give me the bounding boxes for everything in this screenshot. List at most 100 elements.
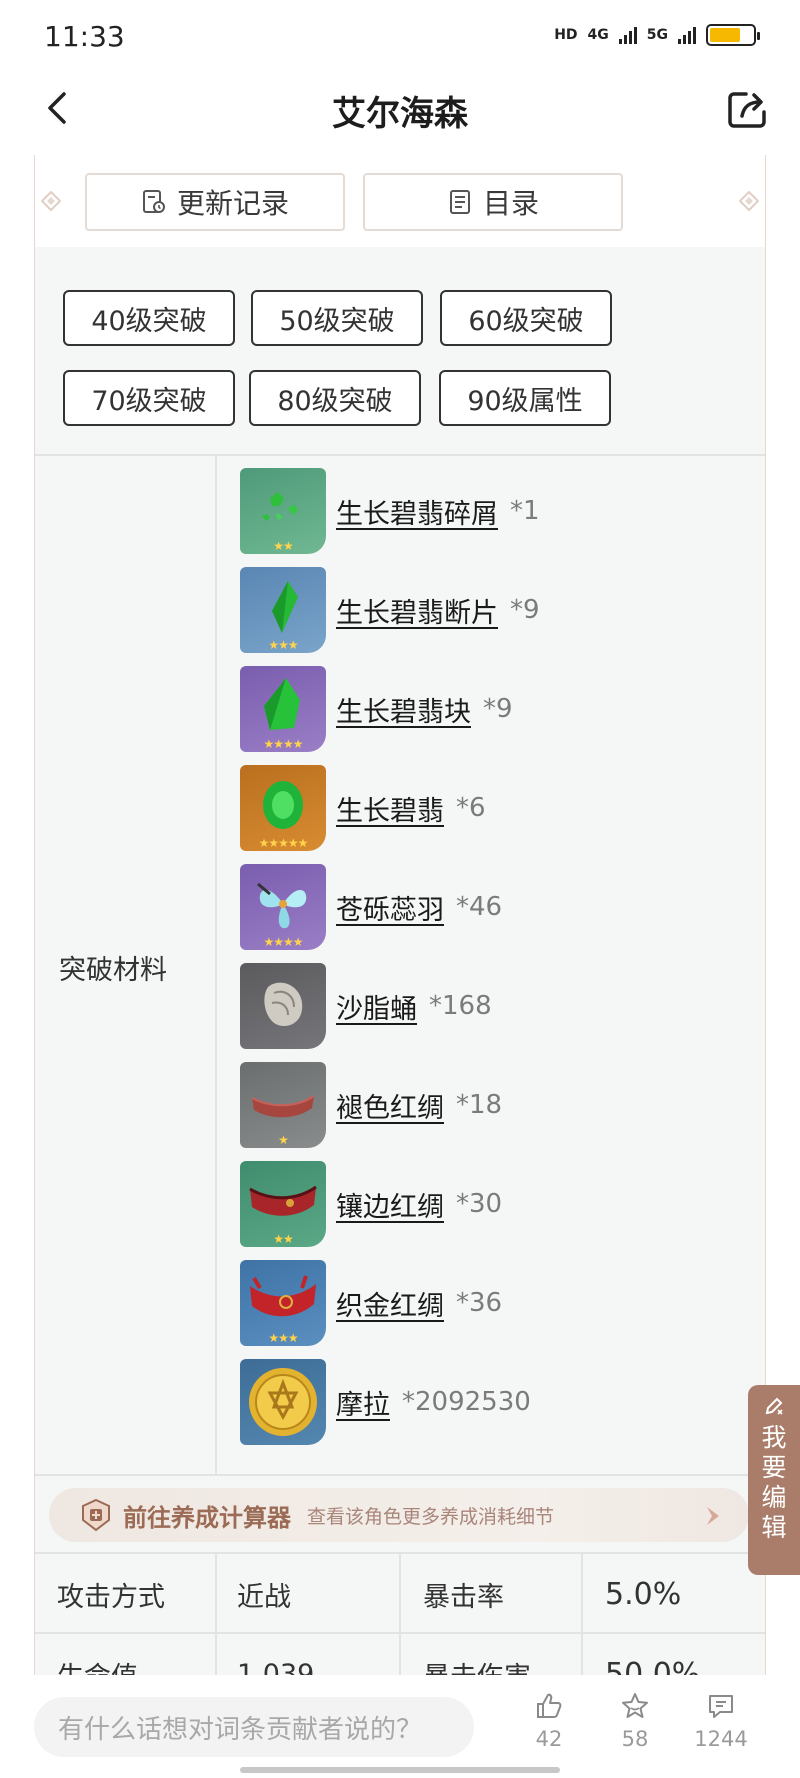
comment-icon: [709, 1695, 733, 1718]
stats-table: 攻击方式 近战 暴击率 5.0% 生命值 1,039 暴击伤害 50.0%: [35, 1552, 765, 1676]
comment-input[interactable]: 有什么话想对词条贡献者说的？: [34, 1697, 474, 1757]
stat-key: 暴击伤害: [401, 1634, 583, 1675]
edit-label: 我要编辑: [761, 1423, 787, 1542]
jade-chunk-icon: ★★★★: [240, 666, 326, 752]
material-name[interactable]: 镶边红绸: [336, 1185, 444, 1224]
diamond-ornament-icon: [41, 191, 61, 211]
material-count: *36: [456, 1288, 503, 1318]
rarity-stars: ★★: [273, 539, 294, 553]
signal-icon-2: [678, 26, 696, 44]
material-row[interactable]: ★★★ 生长碧翡断片 *9: [240, 567, 540, 653]
tab-strip: 更新记录 目录: [34, 155, 766, 247]
stat-value: 5.0%: [605, 1576, 682, 1612]
hd-indicator: HD: [554, 27, 578, 43]
bottom-bar: 有什么话想对词条贡献者说的？ 42 58 1244: [0, 1675, 800, 1778]
stat-value: 近战: [217, 1554, 401, 1634]
status-time: 11:33: [44, 20, 125, 53]
comment-count: 1244: [694, 1727, 748, 1751]
level-50-button[interactable]: 50级突破: [251, 290, 423, 346]
materials-table: 突破材料 ★★ 生长碧翡碎屑 *1 ★★★ 生长碧翡断片 *9 ★★★★ 生长碧…: [35, 454, 765, 1474]
update-log-label: 更新记录: [176, 187, 289, 220]
update-log-button[interactable]: 更新记录: [85, 173, 345, 231]
calculator-row: 前往养成计算器 查看该角色更多养成消耗细节: [35, 1474, 765, 1552]
favorite-count: 58: [621, 1727, 649, 1751]
material-row[interactable]: ★ 褪色红绸 *18: [240, 1062, 502, 1148]
material-name[interactable]: 生长碧翡碎屑: [336, 492, 498, 531]
material-count: *18: [456, 1090, 503, 1120]
header: 艾尔海森: [0, 76, 800, 142]
jade-gemstone-icon: ★★★★★: [240, 765, 326, 851]
share-icon[interactable]: [724, 86, 770, 132]
material-row[interactable]: 沙脂蛹 *168: [240, 963, 492, 1049]
mora-icon: [240, 1359, 326, 1445]
battery-icon: [706, 24, 760, 46]
material-row[interactable]: ★★ 生长碧翡碎屑 *1: [240, 468, 540, 554]
rarity-stars: ★: [278, 1133, 289, 1147]
status-bar: 11:33 HD 4G 5G: [0, 0, 800, 76]
like-count: 42: [535, 1727, 563, 1751]
material-name[interactable]: 沙脂蛹: [336, 987, 417, 1026]
material-row[interactable]: ★★★★★ 生长碧翡 *6: [240, 765, 486, 851]
material-name[interactable]: 生长碧翡: [336, 789, 444, 828]
material-row[interactable]: ★★★★ 生长碧翡块 *9: [240, 666, 513, 752]
material-name[interactable]: 摩拉: [336, 1383, 390, 1422]
list-doc-icon: [449, 190, 470, 214]
history-doc-icon: [142, 190, 165, 213]
material-row[interactable]: ★★ 镶边红绸 *30: [240, 1161, 502, 1247]
edit-button[interactable]: 我要编辑: [748, 1385, 800, 1575]
calculator-title: 前往养成计算器: [123, 1503, 291, 1532]
status-icons: HD 4G 5G: [554, 24, 760, 46]
page-title: 艾尔海森: [332, 94, 468, 134]
rich-red-brocade-icon: ★★★: [240, 1260, 326, 1346]
thumbs-up-icon: [537, 1693, 562, 1718]
signal-icon: [618, 26, 637, 44]
calculator-banner[interactable]: 前往养成计算器 查看该角色更多养成消耗细节: [49, 1488, 749, 1542]
stat-value: 1,039: [217, 1634, 401, 1675]
level-70-button[interactable]: 70级突破: [63, 370, 235, 426]
stat-value: 50.0%: [605, 1656, 701, 1676]
materials-label-cell: 突破材料: [35, 456, 217, 1474]
rarity-stars: ★★: [273, 1232, 294, 1246]
catalog-label: 目录: [482, 187, 539, 220]
material-name[interactable]: 苍砾蕊羽: [336, 888, 444, 927]
rarity-stars: ★★★★: [263, 935, 303, 949]
rarity-stars: ★★★★★: [258, 836, 309, 850]
stat-row: 生命值 1,039 暴击伤害 50.0%: [35, 1634, 765, 1676]
like-button[interactable]: 42: [514, 1691, 584, 1751]
4g-indicator: 4G: [587, 27, 609, 43]
catalog-button[interactable]: 目录: [363, 173, 623, 231]
material-row[interactable]: ★★★ 织金红绸 *36: [240, 1260, 502, 1346]
level-40-button[interactable]: 40级突破: [63, 290, 235, 346]
material-count: *9: [510, 595, 540, 625]
stat-row: 攻击方式 近战 暴击率 5.0%: [35, 1554, 765, 1634]
material-row[interactable]: 摩拉 *2092530: [240, 1359, 531, 1445]
calculator-icon: [82, 1498, 110, 1532]
comment-button[interactable]: 1244: [686, 1691, 756, 1751]
level-90-button[interactable]: 90级属性: [439, 370, 611, 426]
material-name[interactable]: 织金红绸: [336, 1284, 444, 1323]
level-80-button[interactable]: 80级突破: [249, 370, 421, 426]
material-row[interactable]: ★★★★ 苍砾蕊羽 *46: [240, 864, 502, 950]
level-60-button[interactable]: 60级突破: [440, 290, 612, 346]
stat-key: 暴击率: [401, 1554, 583, 1634]
chevron-right-icon: [707, 1507, 719, 1525]
rarity-stars: ★★★★: [263, 737, 303, 751]
stat-key: 攻击方式: [35, 1554, 217, 1634]
material-count: *168: [429, 991, 492, 1021]
material-count: *46: [456, 892, 503, 922]
character-content: 40级突破 50级突破 60级突破 70级突破 80级突破 90级属性 突破材料…: [34, 230, 766, 1675]
material-name[interactable]: 生长碧翡块: [336, 690, 471, 729]
calculator-subtitle: 查看该角色更多养成消耗细节: [307, 1505, 555, 1528]
material-count: *6: [456, 793, 486, 823]
material-name[interactable]: 褪色红绸: [336, 1086, 444, 1125]
5g-indicator: 5G: [646, 27, 668, 43]
trimmed-red-silk-icon: ★★: [240, 1161, 326, 1247]
materials-label: 突破材料: [59, 955, 167, 986]
jade-fragment-icon: ★★★: [240, 567, 326, 653]
star-icon: [622, 1693, 648, 1718]
material-name[interactable]: 生长碧翡断片: [336, 591, 498, 630]
material-count: *9: [483, 694, 513, 724]
faded-red-satin-icon: ★: [240, 1062, 326, 1148]
favorite-button[interactable]: 58: [600, 1691, 670, 1751]
pseudo-stamens-icon: ★★★★: [240, 864, 326, 950]
